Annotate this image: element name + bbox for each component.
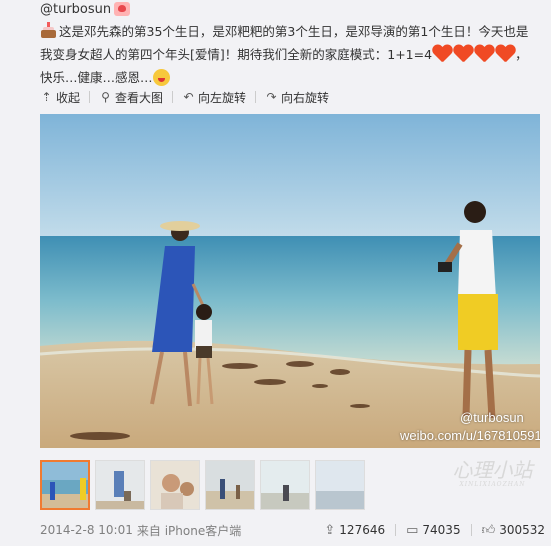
post-timestamp[interactable]: 2014-2-8 10:01 [40, 523, 133, 537]
thumbnail-6[interactable] [315, 460, 365, 510]
thumbnail-2[interactable] [95, 460, 145, 510]
comment-button[interactable]: ▭ 74035 [406, 523, 460, 538]
magnifier-icon: ⚲ [101, 90, 110, 104]
collapse-arrow-icon: ⇡ [41, 90, 52, 104]
divider [89, 91, 91, 103]
thumbnail-strip [40, 460, 365, 512]
author-handle[interactable]: @turbosun [40, 2, 111, 17]
thumbs-up-icon: 👍︎ [481, 522, 496, 538]
thumbnail-5[interactable] [260, 460, 310, 510]
smile-face-icon [152, 69, 170, 86]
post-author[interactable]: @turbosun [40, 0, 131, 18]
post-footer: 2014-2-8 10:01 来自 iPhone客户端 ⇪ 127646 ▭ 7… [40, 521, 545, 539]
repost-button[interactable]: ⇪ 127646 [324, 523, 385, 538]
repost-count: 127646 [339, 523, 386, 537]
weibo-post-card: @turbosun 这是邓先森的第35个生日，是邓粑粑的第3个生日，是邓导演的第… [0, 0, 551, 546]
like-count: 300532 [499, 523, 545, 537]
birthday-cake-icon [40, 22, 57, 39]
comment-icon: ▭ [406, 522, 419, 538]
post-photo[interactable]: @turbosun weibo.com/u/1678105910 [40, 114, 540, 448]
collapse-button[interactable]: ⇡ 收起 [40, 89, 80, 106]
rotate-right-button[interactable]: ↷ 向右旋转 [265, 89, 330, 106]
post-text: 这是邓先森的第35个生日，是邓粑粑的第3个生日，是邓导演的第1个生日！今天也是我… [40, 20, 540, 89]
photo-watermark-handle: @turbosun [460, 410, 524, 425]
divider [395, 524, 397, 536]
divider [255, 91, 257, 103]
heart-icon [453, 45, 473, 63]
divider [172, 91, 174, 103]
vip-badge-icon [114, 2, 131, 16]
like-button[interactable]: 👍︎ 300532 [482, 523, 545, 538]
repost-icon: ⇪ [324, 522, 336, 538]
rotate-left-icon: ↶ [183, 90, 194, 104]
comment-count: 74035 [422, 523, 461, 537]
heart-icon [474, 45, 494, 63]
rotate-left-button[interactable]: ↶ 向左旋转 [182, 89, 247, 106]
brand-watermark-logo: 心理小站 XINLIXIAOZHAN [452, 458, 533, 488]
thumbnail-4[interactable] [205, 460, 255, 510]
image-toolbar: ⇡ 收起 ⚲ 查看大图 ↶ 向左旋转 ↷ 向右旋转 [40, 86, 540, 108]
thumbnail-3[interactable] [150, 460, 200, 510]
heart-icon [432, 45, 452, 63]
divider [470, 524, 472, 536]
photo-watermark-url: weibo.com/u/1678105910 [400, 428, 540, 443]
view-large-button[interactable]: ⚲ 查看大图 [99, 89, 163, 106]
heart-icon [495, 45, 515, 63]
thumbnail-1[interactable] [40, 460, 90, 510]
rotate-right-icon: ↷ [266, 90, 277, 104]
hearts-emoji-group [432, 45, 515, 63]
beach-photo-illustration [40, 114, 540, 448]
post-source[interactable]: 来自 iPhone客户端 [137, 522, 241, 539]
